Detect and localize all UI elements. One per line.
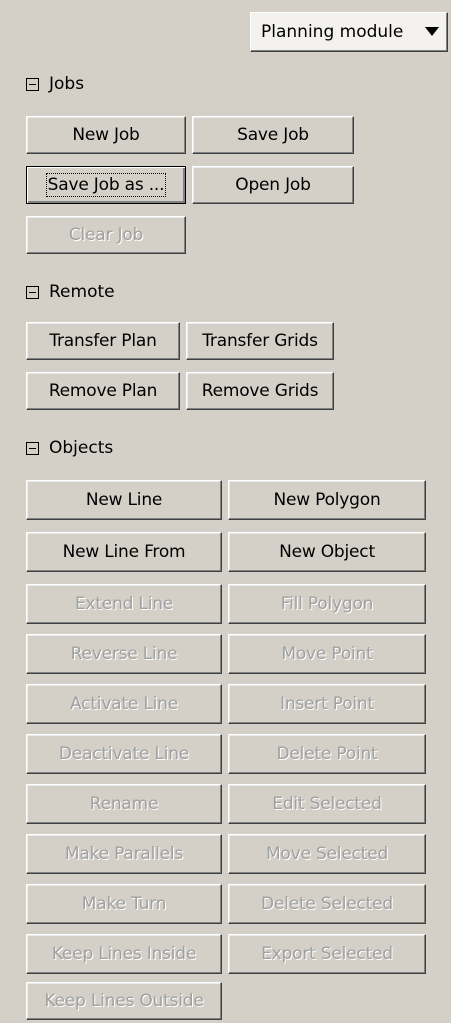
export-selected-button[interactable]: Export Selected	[228, 934, 426, 974]
move-selected-button[interactable]: Move Selected	[228, 834, 426, 874]
module-dropdown[interactable]: Planning module	[250, 12, 448, 52]
rename-button[interactable]: Rename	[26, 784, 222, 824]
save-job-as-button[interactable]: Save Job as ...	[26, 166, 186, 204]
remove-grids-button[interactable]: Remove Grids	[186, 372, 334, 410]
collapse-icon[interactable]	[26, 77, 39, 91]
deactivate-line-button[interactable]: Deactivate Line	[26, 734, 222, 774]
jobs-section-header[interactable]: Jobs	[26, 72, 84, 96]
activate-line-button[interactable]: Activate Line	[26, 684, 222, 724]
new-line-from-button[interactable]: New Line From	[26, 532, 222, 572]
objects-section-header[interactable]: Objects	[26, 436, 113, 460]
remove-plan-button[interactable]: Remove Plan	[26, 372, 180, 410]
open-job-button[interactable]: Open Job	[192, 166, 354, 204]
remote-section-header[interactable]: Remote	[26, 280, 115, 304]
new-object-button[interactable]: New Object	[228, 532, 426, 572]
make-turn-button[interactable]: Make Turn	[26, 884, 222, 924]
collapse-icon[interactable]	[26, 285, 39, 299]
transfer-grids-button[interactable]: Transfer Grids	[186, 322, 334, 360]
extend-line-button[interactable]: Extend Line	[26, 584, 222, 624]
objects-section-title: Objects	[49, 438, 114, 458]
collapse-icon[interactable]	[26, 441, 39, 455]
save-job-as-label: Save Job as ...	[45, 173, 167, 197]
fill-polygon-button[interactable]: Fill Polygon	[228, 584, 426, 624]
new-line-button[interactable]: New Line	[26, 480, 222, 520]
edit-selected-button[interactable]: Edit Selected	[228, 784, 426, 824]
insert-point-button[interactable]: Insert Point	[228, 684, 426, 724]
keep-lines-inside-button[interactable]: Keep Lines Inside	[26, 934, 222, 974]
jobs-section-title: Jobs	[49, 74, 85, 94]
keep-lines-outside-button[interactable]: Keep Lines Outside	[26, 982, 222, 1020]
transfer-plan-button[interactable]: Transfer Plan	[26, 322, 180, 360]
module-dropdown-value: Planning module	[261, 22, 404, 42]
reverse-line-button[interactable]: Reverse Line	[26, 634, 222, 674]
new-job-button[interactable]: New Job	[26, 116, 186, 154]
delete-selected-button[interactable]: Delete Selected	[228, 884, 426, 924]
clear-job-button[interactable]: Clear Job	[26, 216, 186, 254]
chevron-down-icon	[425, 27, 439, 36]
delete-point-button[interactable]: Delete Point	[228, 734, 426, 774]
new-polygon-button[interactable]: New Polygon	[228, 480, 426, 520]
remote-section-title: Remote	[49, 282, 115, 302]
save-job-button[interactable]: Save Job	[192, 116, 354, 154]
make-parallels-button[interactable]: Make Parallels	[26, 834, 222, 874]
move-point-button[interactable]: Move Point	[228, 634, 426, 674]
